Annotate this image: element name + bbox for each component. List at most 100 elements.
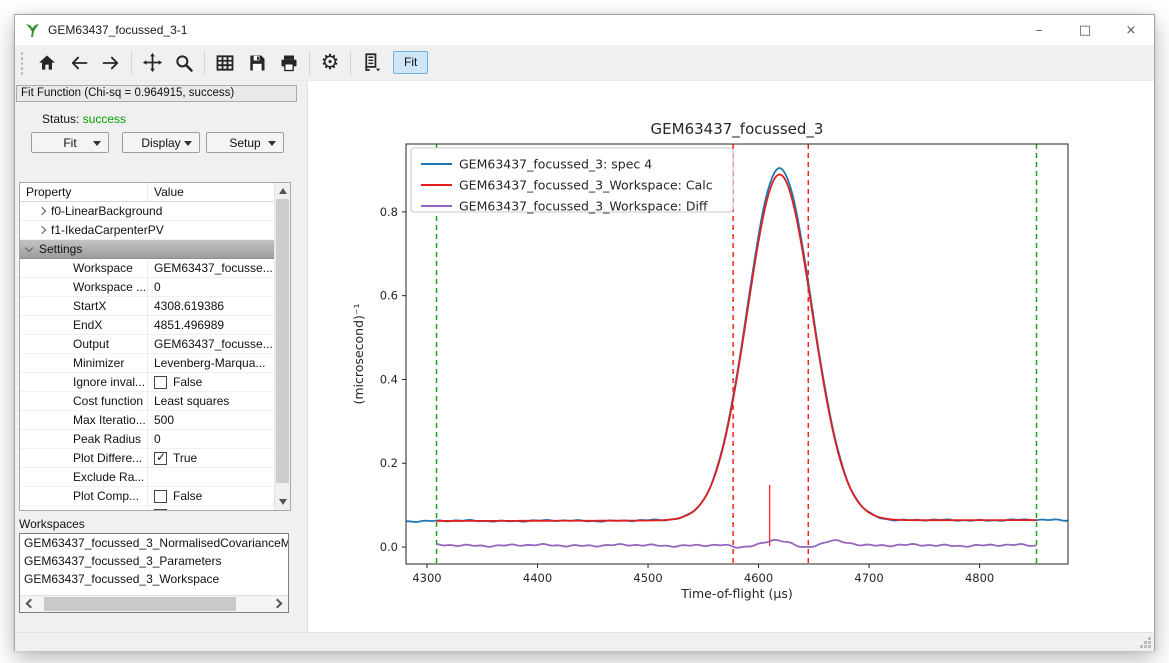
value-column-header: Value	[148, 183, 290, 201]
property-row[interactable]: EndX4851.496989	[20, 316, 290, 335]
property-row[interactable]: Settings	[20, 240, 290, 259]
property-value[interactable]: GEM63437_focusse...	[148, 259, 290, 277]
plot-toolbar: ⚙ Fit	[15, 45, 1154, 81]
checkbox[interactable]	[154, 490, 167, 503]
property-row[interactable]: Plot Differe...✓True	[20, 449, 290, 468]
property-value[interactable]: ✓True	[148, 449, 290, 467]
maximize-button[interactable]: □	[1062, 15, 1108, 45]
checkbox[interactable]	[154, 376, 167, 389]
workspace-list-item[interactable]: GEM63437_focussed_3_NormalisedCovariance…	[20, 534, 288, 552]
property-value[interactable]: Least squares	[148, 392, 290, 410]
workspaces-hscrollbar[interactable]	[20, 595, 288, 612]
property-value[interactable]: False	[148, 487, 290, 505]
title-bar[interactable]: GEM63437_focussed_3-1 – □ ×	[15, 15, 1154, 45]
property-value[interactable]: Levenberg-Marqua...	[148, 354, 290, 372]
plot-options-button[interactable]	[355, 48, 387, 78]
y-tick-label: 0.0	[380, 540, 398, 554]
scroll-up-arrow[interactable]	[279, 188, 287, 194]
y-tick-label: 0.8	[380, 205, 398, 219]
scroll-down-arrow[interactable]	[279, 499, 287, 505]
property-value[interactable]: 4851.496989	[148, 316, 290, 334]
property-row[interactable]: Max Iteratio...500	[20, 411, 290, 430]
property-value[interactable]: 0	[148, 278, 290, 296]
pan-button[interactable]	[136, 48, 168, 78]
property-row[interactable]: Convolve C...Fal...	[20, 506, 290, 511]
figure-area: GEM63437_focussed_3Time-of-flight (μs)(m…	[308, 81, 1154, 632]
output-workspaces-list[interactable]: GEM63437_focussed_3_NormalisedCovariance…	[19, 533, 289, 613]
back-arrow-icon	[69, 53, 89, 73]
display-menu-button[interactable]: Display	[122, 132, 200, 153]
forward-button[interactable]	[95, 48, 127, 78]
plot-canvas[interactable]: GEM63437_focussed_3Time-of-flight (μs)(m…	[311, 86, 1156, 626]
property-row[interactable]: OutputGEM63437_focusse...	[20, 335, 290, 354]
workspace-list-item[interactable]: GEM63437_focussed_3_Parameters	[20, 552, 288, 570]
setup-menu-button[interactable]: Setup	[206, 132, 284, 153]
minimize-button[interactable]: –	[1016, 15, 1062, 45]
home-button[interactable]	[31, 48, 63, 78]
checkmark-icon: ✓	[156, 450, 166, 464]
save-button[interactable]	[241, 48, 273, 78]
property-row[interactable]: Exclude Ra...	[20, 468, 290, 487]
dock-header[interactable]: Fit Function (Chi-sq = 0.964915, success…	[16, 85, 297, 102]
property-name: Max Iteratio...	[20, 411, 148, 429]
save-icon	[247, 53, 267, 73]
property-value[interactable]	[148, 468, 290, 486]
property-row[interactable]: Peak Radius0	[20, 430, 290, 449]
property-row[interactable]: Ignore inval...False	[20, 373, 290, 392]
scrollbar-thumb[interactable]	[44, 597, 236, 611]
workspaces-label: Workspaces	[19, 517, 85, 531]
fit-menu-label: Fit	[63, 136, 76, 150]
property-value[interactable]: 4308.619386	[148, 297, 290, 315]
workspace-list-item[interactable]: GEM63437_focussed_3_Workspace	[20, 570, 288, 588]
property-value[interactable]: 0	[148, 430, 290, 448]
property-name: Plot Differe...	[20, 449, 148, 467]
toolbar-grip[interactable]	[20, 51, 25, 75]
customize-button[interactable]: ⚙	[314, 48, 346, 78]
scroll-left-arrow[interactable]	[26, 599, 36, 609]
property-row[interactable]: Workspace ...0	[20, 278, 290, 297]
property-column-header: Property	[20, 183, 148, 201]
back-button[interactable]	[63, 48, 95, 78]
window-title: GEM63437_focussed_3-1	[48, 23, 187, 37]
property-row[interactable]: StartX4308.619386	[20, 297, 290, 316]
print-button[interactable]	[273, 48, 305, 78]
property-name: StartX	[20, 297, 148, 315]
property-row[interactable]: f1-IkedaCarpenterPV	[20, 221, 290, 240]
plot-options-icon	[361, 52, 382, 73]
chevron-down-icon	[184, 141, 192, 146]
property-value[interactable]: Fal...	[148, 506, 290, 511]
property-name: Workspace	[20, 259, 148, 277]
series-line-2	[437, 540, 1037, 548]
checkbox[interactable]	[154, 509, 167, 512]
grid-button[interactable]	[209, 48, 241, 78]
resize-grip-icon[interactable]	[1139, 636, 1152, 649]
property-value[interactable]: GEM63437_focusse...	[148, 335, 290, 353]
series-line-1	[437, 175, 1037, 521]
setup-menu-label: Setup	[229, 136, 260, 150]
y-tick-label: 0.6	[380, 289, 398, 303]
legend-entry: GEM63437_focussed_3_Workspace: Diff	[459, 199, 708, 214]
property-grid-scrollbar[interactable]	[274, 183, 290, 510]
x-tick-label: 4600	[744, 571, 773, 585]
property-row[interactable]: WorkspaceGEM63437_focusse...	[20, 259, 290, 278]
scrollbar-thumb[interactable]	[276, 199, 289, 483]
property-value[interactable]: 500	[148, 411, 290, 429]
property-row[interactable]: f0-LinearBackground	[20, 202, 290, 221]
checkbox[interactable]: ✓	[154, 452, 167, 465]
scroll-right-arrow[interactable]	[273, 599, 283, 609]
property-name: Minimizer	[20, 354, 148, 372]
property-row[interactable]: Cost functionLeast squares	[20, 392, 290, 411]
property-row[interactable]: MinimizerLevenberg-Marqua...	[20, 354, 290, 373]
legend-entry: GEM63437_focussed_3_Workspace: Calc	[459, 178, 713, 193]
property-value[interactable]: False	[148, 373, 290, 391]
x-axis-label: Time-of-flight (μs)	[680, 586, 793, 601]
fit-menu-button[interactable]: Fit	[31, 132, 109, 153]
close-button[interactable]: ×	[1108, 15, 1154, 45]
pan-icon	[142, 52, 163, 73]
y-tick-label: 0.2	[380, 456, 398, 470]
status-bar	[15, 632, 1154, 651]
fit-toggle-button[interactable]: Fit	[393, 51, 428, 74]
status-label: Status:	[42, 112, 79, 126]
zoom-button[interactable]	[168, 48, 200, 78]
property-row[interactable]: Plot Comp...False	[20, 487, 290, 506]
